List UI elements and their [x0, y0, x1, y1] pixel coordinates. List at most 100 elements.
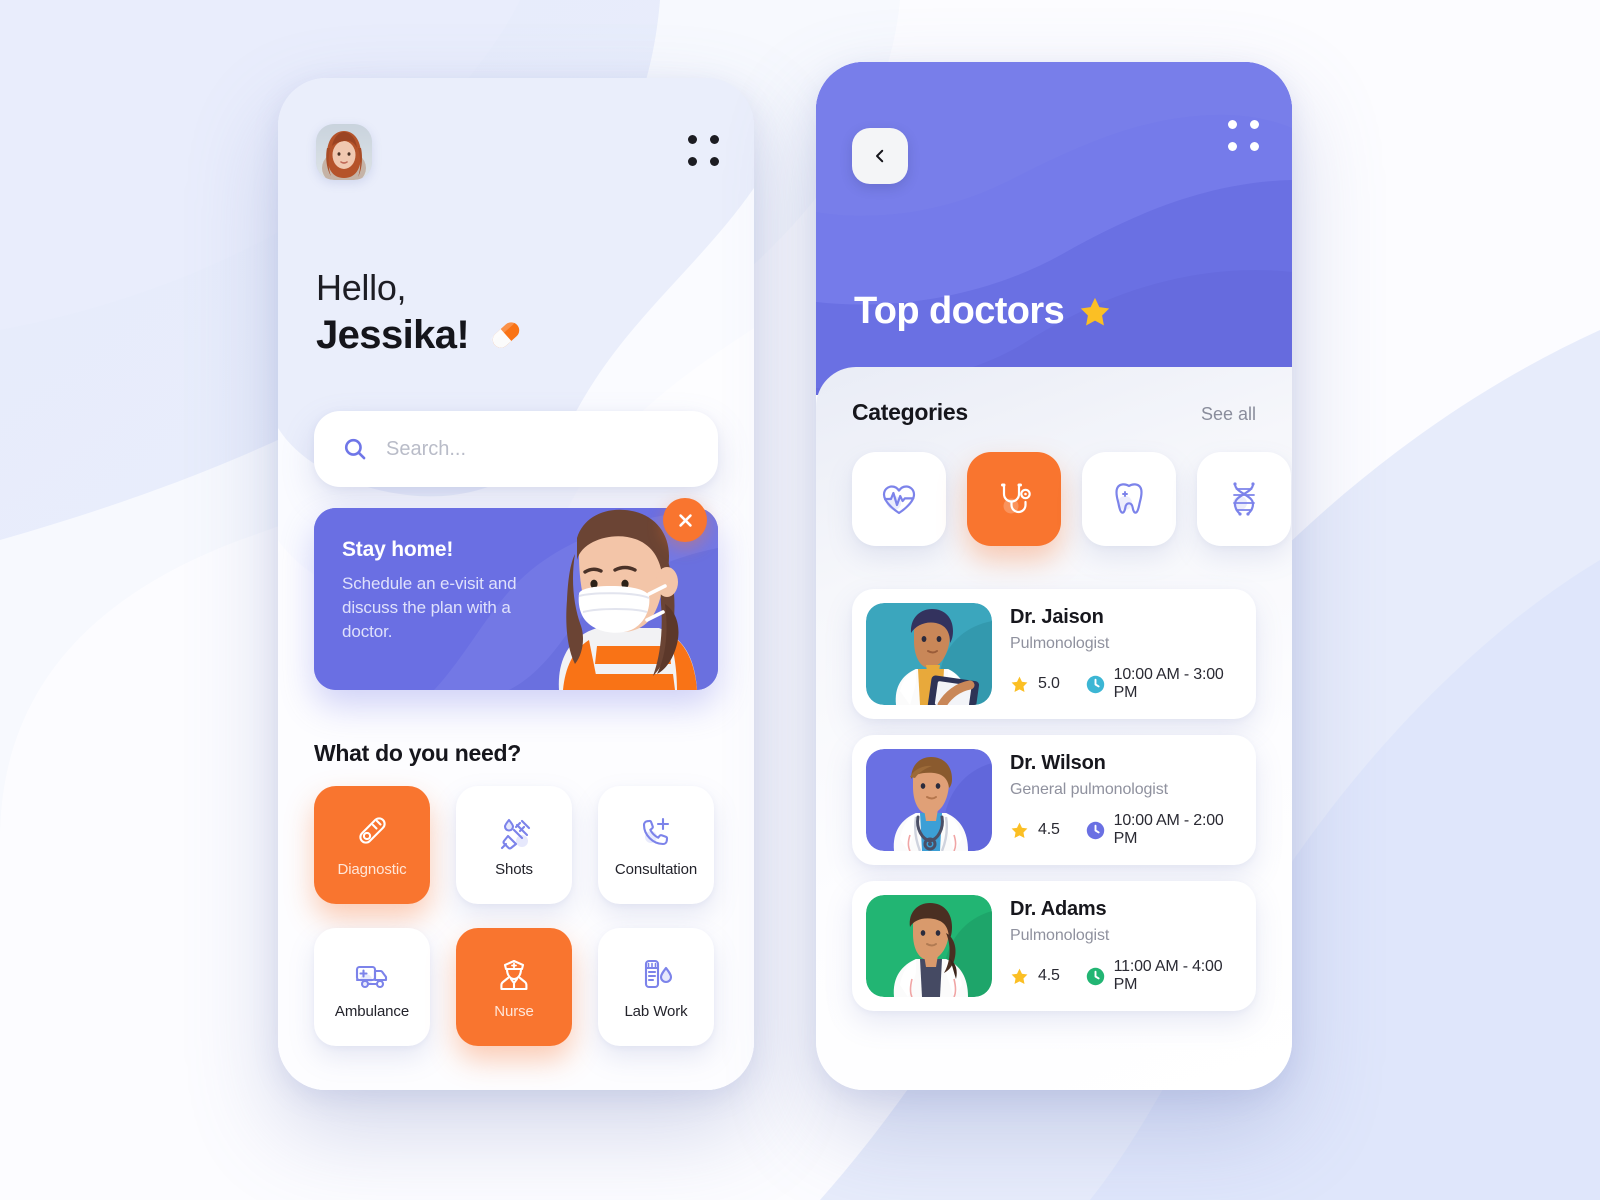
dna-icon — [1233, 482, 1255, 516]
dot — [688, 135, 697, 144]
need-tile-shots[interactable]: Shots — [456, 786, 572, 904]
doctor-wilson-illustration — [866, 749, 992, 851]
need-tile-label: Lab Work — [624, 1003, 688, 1020]
doctor-hours: 10:00 AM - 3:00 PM — [1113, 666, 1224, 701]
need-tile-lab-work[interactable]: Lab Work — [598, 928, 714, 1046]
need-tile-diagnostic[interactable]: Diagnostic — [314, 786, 430, 904]
category-tile-cardiology[interactable] — [852, 452, 946, 546]
phone-plus-icon — [642, 817, 670, 846]
need-tile-label: Nurse — [494, 1003, 534, 1020]
doctor-card[interactable]: Dr. Wilson General pulmonologist 4.5 10:… — [852, 735, 1256, 865]
grid-dots-icon[interactable] — [688, 135, 722, 169]
doctor-meta: 5.0 10:00 AM - 3:00 PM — [1010, 666, 1242, 702]
grid-dots-icon[interactable] — [1228, 120, 1262, 154]
doctor-name: Dr. Wilson — [1010, 752, 1106, 774]
need-tile-label: Shots — [495, 861, 533, 878]
doctor-info: Dr. Jaison Pulmonologist 5.0 10:00 AM - … — [1010, 606, 1242, 702]
top-doctors-header: Top doctors — [816, 62, 1292, 395]
doctor-hours: 11:00 AM - 4:00 PM — [1113, 958, 1223, 993]
close-icon — [678, 513, 692, 527]
syringe-icon — [500, 818, 531, 850]
avatar[interactable] — [316, 124, 372, 180]
dot — [709, 156, 719, 166]
app-screenshot-canvas: Hello, Jessika! Search... Stay home! Sch… — [0, 0, 1600, 1200]
doctor-jaison-illustration — [866, 603, 992, 705]
ambulance-icon — [355, 965, 388, 989]
greeting-hello: Hello, — [316, 267, 407, 308]
category-tile-dental[interactable] — [1082, 452, 1176, 546]
banner-subtitle: Schedule an e-visit and discuss the plan… — [342, 574, 517, 642]
needs-section-title: What do you need? — [314, 740, 521, 766]
nurse-icon — [500, 959, 528, 991]
need-tile-nurse[interactable]: Nurse — [456, 928, 572, 1046]
doctor-card[interactable]: Dr. Jaison Pulmonologist 5.0 10:00 AM - … — [852, 589, 1256, 719]
categories-row — [852, 452, 1291, 546]
doctor-rating: 4.5 — [1038, 821, 1060, 838]
banner-title: Stay home! — [342, 538, 454, 561]
back-button[interactable] — [852, 128, 908, 184]
heartbeat-icon — [882, 485, 916, 515]
doctor-card[interactable]: Dr. Adams Pulmonologist 4.5 11:00 AM - 4… — [852, 881, 1256, 1011]
greeting-block: Hello, Jessika! — [316, 267, 529, 358]
background-waves — [0, 0, 1600, 1200]
clock-icon — [1086, 821, 1105, 840]
doctor-specialty: Pulmonologist — [1010, 635, 1110, 652]
thermometer-icon — [359, 817, 386, 844]
rating-group: 4.5 — [1010, 967, 1060, 986]
top-doctors-panel: Top doctors Categories See all Dr. Jaiso… — [816, 62, 1292, 1090]
hours-group: 10:00 AM - 3:00 PM — [1086, 666, 1242, 702]
category-tile-general[interactable] — [967, 452, 1061, 546]
page-title-text: Top doctors — [854, 290, 1065, 332]
need-tile-consultation[interactable]: Consultation — [598, 786, 714, 904]
dot — [688, 156, 697, 166]
star-icon — [1080, 297, 1110, 325]
home-screen-panel: Hello, Jessika! Search... Stay home! Sch… — [278, 78, 754, 1090]
category-tile-genetics[interactable] — [1197, 452, 1291, 546]
need-tile-label: Diagnostic — [337, 861, 407, 878]
hours-group: 10:00 AM - 2:00 PM — [1086, 812, 1242, 848]
dot — [1249, 120, 1259, 129]
need-tile-label: Consultation — [614, 861, 698, 878]
hours-group: 11:00 AM - 4:00 PM — [1086, 958, 1242, 994]
dot — [1249, 141, 1259, 151]
star-icon — [1011, 822, 1028, 838]
stethoscope-icon — [1001, 483, 1031, 514]
doctor-meta: 4.5 11:00 AM - 4:00 PM — [1010, 958, 1242, 994]
star-icon — [1011, 968, 1028, 984]
stay-home-banner[interactable]: Stay home! Schedule an e-visit and discu… — [314, 508, 718, 690]
header-wave — [816, 62, 1292, 395]
doctor-hours: 10:00 AM - 2:00 PM — [1113, 812, 1224, 847]
test-tube-icon — [644, 959, 673, 989]
doctor-specialty: General pulmonologist — [1010, 781, 1168, 798]
search-input[interactable] — [386, 437, 690, 461]
banner-text-block: Stay home! Schedule an e-visit and discu… — [342, 538, 547, 644]
clock-icon — [1086, 967, 1105, 986]
dot — [1228, 120, 1237, 129]
need-tile-ambulance[interactable]: Ambulance — [314, 928, 430, 1046]
doctor-info: Dr. Adams Pulmonologist 4.5 11:00 AM - 4… — [1010, 898, 1242, 994]
pill-icon — [490, 320, 520, 348]
doctor-name: Dr. Jaison — [1010, 606, 1104, 628]
doctor-rating: 4.5 — [1038, 967, 1060, 984]
see-all-link[interactable]: See all — [1201, 404, 1256, 425]
search-icon — [344, 438, 366, 460]
categories-title: Categories — [852, 399, 968, 425]
doctor-name: Dr. Adams — [1010, 898, 1107, 920]
dot — [709, 135, 719, 144]
rating-group: 4.5 — [1010, 821, 1060, 840]
rating-group: 5.0 — [1010, 675, 1060, 694]
doctor-info: Dr. Wilson General pulmonologist 4.5 10:… — [1010, 752, 1242, 848]
greeting-username: Jessika! — [316, 312, 470, 357]
categories-header: Categories See all — [852, 399, 1256, 426]
star-icon — [1011, 676, 1028, 692]
doctor-list: Dr. Jaison Pulmonologist 5.0 10:00 AM - … — [852, 589, 1256, 1011]
tooth-icon — [1115, 483, 1143, 514]
doctor-rating: 5.0 — [1038, 675, 1060, 692]
needs-grid: Diagnostic Shots Consultation Ambulance … — [314, 786, 718, 1046]
doctor-specialty: Pulmonologist — [1010, 927, 1110, 944]
banner-close-button[interactable] — [663, 498, 707, 542]
search-bar[interactable] — [314, 411, 718, 487]
dot — [1228, 141, 1237, 151]
chevron-left-icon — [876, 149, 884, 163]
doctor-photo — [866, 749, 992, 851]
